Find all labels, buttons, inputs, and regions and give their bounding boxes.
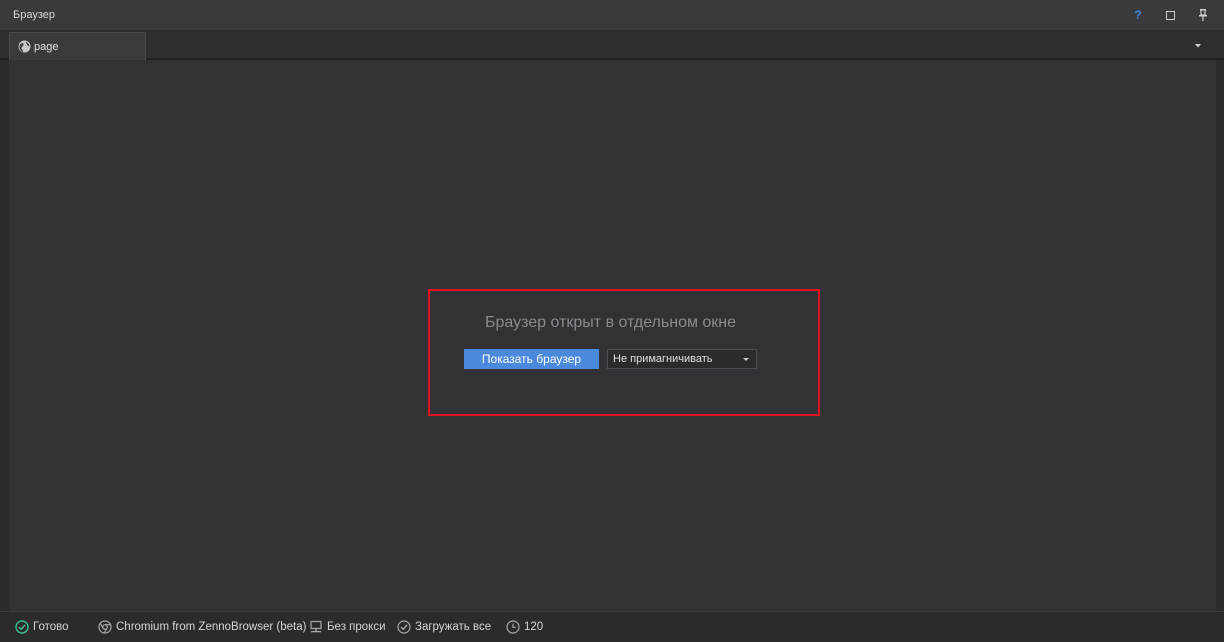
check-circle-icon [15,620,29,634]
dock-mode-select[interactable]: Не примагничивать [607,349,757,369]
dock-mode-selected-value: Не примагничивать [613,353,713,365]
status-bar: Готово Chromium from ZennoBrowser (beta)… [0,611,1224,642]
help-icon: ? [1134,8,1142,22]
proxy-label: Без прокси [327,621,386,633]
tab-bar: page [0,31,1224,60]
timeout-selector[interactable]: 120 [506,618,543,636]
load-mode-label: Загружать все [415,621,492,633]
pin-button[interactable] [1195,7,1211,23]
proxy-selector[interactable]: Без прокси [309,618,386,636]
maximize-button[interactable] [1162,7,1178,23]
tab-label: page [34,40,59,53]
chevron-down-icon [743,358,749,361]
window-title: Браузер [13,9,55,21]
tab-page[interactable]: page [9,32,146,60]
timeout-label: 120 [524,621,544,633]
chevron-down-icon [1195,44,1201,48]
pin-icon [1199,9,1207,21]
network-icon [310,620,322,633]
check-circle-icon [397,620,411,634]
chromium-icon [98,620,112,634]
load-mode-selector[interactable]: Загружать все [397,618,491,636]
browser-engine-label: Chromium from ZennoBrowser (beta) [116,621,307,633]
help-button[interactable]: ? [1130,7,1146,23]
tab-list-dropdown[interactable] [1191,40,1205,50]
status-text: Готово [33,621,69,633]
browser-engine-selector[interactable]: Chromium from ZennoBrowser (beta) [98,618,306,636]
maximize-icon [1165,10,1175,20]
show-browser-button[interactable]: Показать браузер [464,349,599,369]
browser-separate-window-message: Браузер открыт в отдельном окне [485,314,737,331]
title-bar: Браузер ? [0,0,1224,31]
clock-icon [506,620,520,634]
globe-icon [18,40,31,53]
status-ready: Готово [15,618,69,636]
